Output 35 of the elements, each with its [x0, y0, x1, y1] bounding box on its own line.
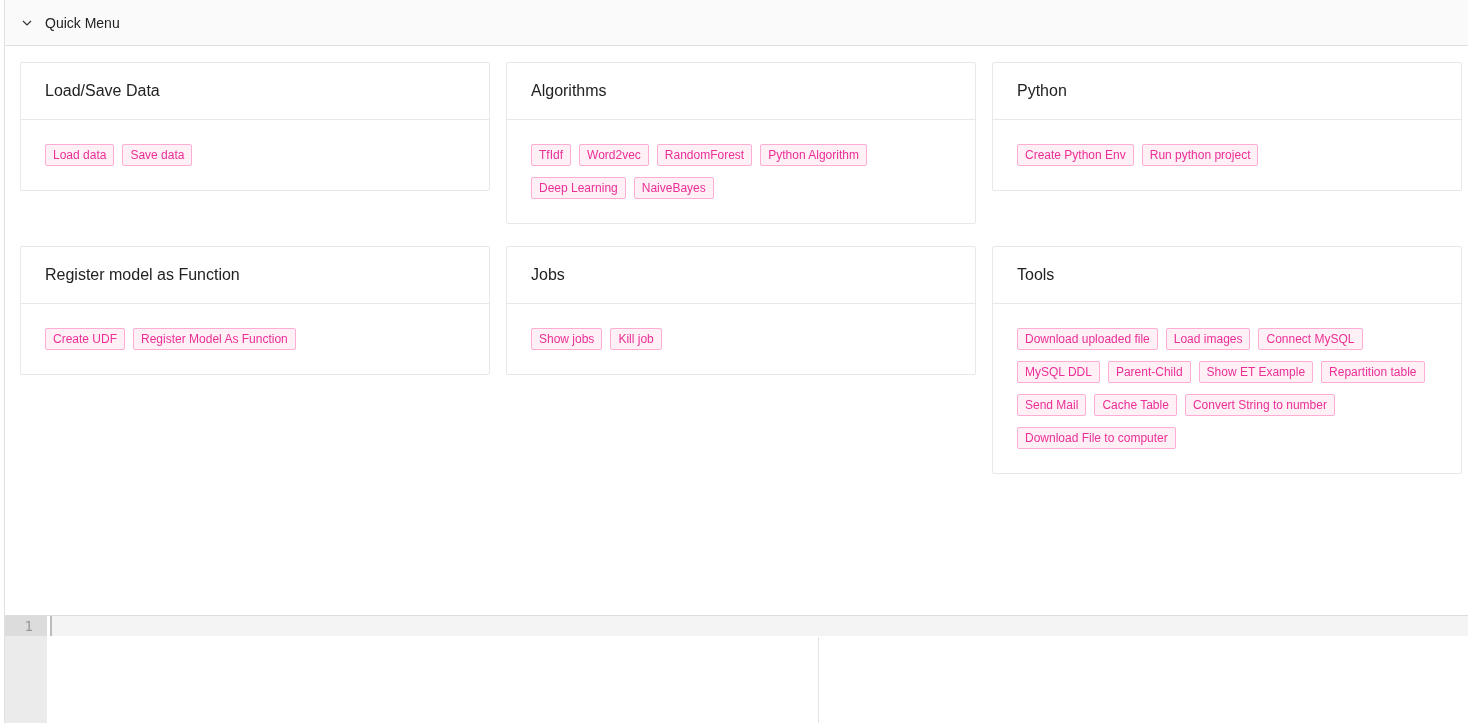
menu-tag[interactable]: Download uploaded file: [1017, 328, 1158, 350]
menu-tag[interactable]: Word2vec: [579, 144, 649, 166]
quick-menu-header[interactable]: Quick Menu: [5, 0, 1468, 46]
menu-tag[interactable]: Save data: [122, 144, 193, 166]
menu-tag[interactable]: Load data: [45, 144, 115, 166]
menu-tag[interactable]: Create UDF: [45, 328, 125, 350]
menu-tag[interactable]: Create Python Env: [1017, 144, 1134, 166]
menu-tag[interactable]: Load images: [1165, 328, 1251, 350]
menu-tag[interactable]: Show ET Example: [1198, 361, 1314, 383]
menu-tag[interactable]: RandomForest: [656, 144, 753, 166]
menu-tag[interactable]: Send Mail: [1017, 394, 1087, 416]
card-title: Python: [993, 63, 1461, 120]
line-number: 1: [5, 616, 47, 636]
code-editor[interactable]: [47, 616, 1468, 723]
menu-tag[interactable]: Repartition table: [1321, 361, 1425, 383]
card-title: Register model as Function: [21, 247, 489, 304]
menu-tag[interactable]: Download File to computer: [1017, 427, 1176, 449]
menu-tag[interactable]: Register Model As Function: [133, 328, 296, 350]
menu-tag[interactable]: Show jobs: [531, 328, 603, 350]
menu-tag[interactable]: Connect MySQL: [1258, 328, 1363, 350]
menu-tag[interactable]: Convert String to number: [1184, 394, 1335, 416]
menu-tag[interactable]: TfIdf: [531, 144, 571, 166]
menu-tag[interactable]: MySQL DDL: [1017, 361, 1100, 383]
card-title: Load/Save Data: [21, 63, 489, 120]
menu-tag[interactable]: Parent-Child: [1107, 361, 1191, 383]
card-title: Jobs: [507, 247, 975, 304]
menu-tag[interactable]: Cache Table: [1094, 394, 1177, 416]
quick-menu-title: Quick Menu: [45, 14, 120, 31]
menu-tag[interactable]: Run python project: [1141, 144, 1259, 166]
card-title: Algorithms: [507, 63, 975, 120]
menu-tag[interactable]: NaiveBayes: [633, 177, 714, 199]
card-title: Tools: [993, 247, 1461, 304]
menu-tag[interactable]: Python Algorithm: [760, 144, 867, 166]
menu-tag[interactable]: Deep Learning: [531, 177, 626, 199]
menu-tag[interactable]: Kill job: [610, 328, 662, 350]
